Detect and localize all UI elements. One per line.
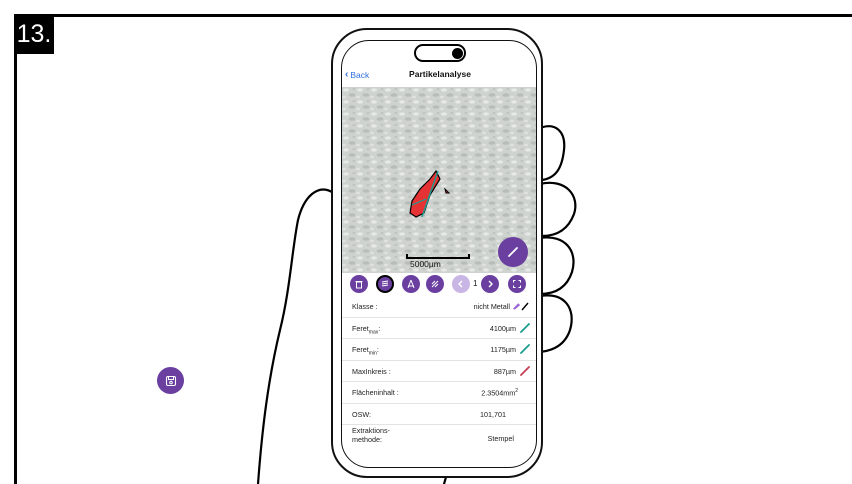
edit-pencil-icon[interactable] bbox=[520, 301, 530, 311]
fill-pattern-button[interactable] bbox=[426, 275, 444, 293]
delete-button[interactable] bbox=[350, 275, 368, 293]
arrow-right-icon bbox=[488, 280, 493, 288]
property-value: 2.3504mm2 bbox=[481, 388, 518, 398]
property-value: Stempel bbox=[487, 434, 514, 443]
property-label: Feretmin: bbox=[352, 345, 379, 357]
property-value: 4100µm bbox=[489, 323, 516, 333]
property-row-feret-max[interactable]: Feretmax: 4100µm bbox=[342, 318, 536, 339]
particle-shape bbox=[409, 169, 451, 218]
property-label: MaxInkreis : bbox=[352, 366, 391, 376]
previous-particle-button[interactable] bbox=[452, 275, 470, 293]
fullscreen-button[interactable] bbox=[508, 275, 526, 293]
camera-dot bbox=[452, 48, 463, 59]
next-particle-button[interactable] bbox=[481, 275, 499, 293]
scale-label: 5000µm bbox=[410, 259, 441, 269]
trash-icon bbox=[355, 281, 363, 289]
property-value: 101,701 bbox=[480, 409, 506, 419]
nav-bar: ‹ Back Partikelanalyse bbox=[342, 65, 536, 85]
property-row-maxinkreis[interactable]: MaxInkreis : 887µm bbox=[342, 361, 536, 382]
save-icon bbox=[165, 375, 176, 386]
property-label: Klasse : bbox=[352, 302, 378, 311]
property-row-extraktionsmethode[interactable]: Extraktions-methode: Stempel bbox=[342, 425, 536, 451]
property-row-klasse[interactable]: Klasse : nicht Metall bbox=[342, 296, 536, 318]
property-label: Flächeninhalt : bbox=[352, 388, 399, 397]
arrow-left-icon bbox=[458, 280, 463, 288]
fullscreen-icon bbox=[513, 280, 521, 288]
stripes-icon bbox=[381, 280, 389, 287]
property-row-osw: OSW: 101,701 bbox=[342, 404, 536, 425]
phone-screen: ‹ Back Partikelanalyse 5000µm 1 Klasse:… bbox=[341, 40, 537, 468]
hatch-icon bbox=[431, 280, 439, 288]
property-row-flaecheninhalt: Flächeninhalt : 2.3504mm2 bbox=[342, 382, 536, 404]
tool-bar: 1 bbox=[342, 273, 536, 295]
pencil-icon bbox=[508, 247, 518, 257]
measure-lines-icon bbox=[407, 279, 415, 289]
property-label: Feretmax: bbox=[352, 323, 381, 335]
line-teal-icon[interactable] bbox=[520, 322, 530, 333]
property-value: 887µm bbox=[493, 366, 516, 376]
edit-fab-button[interactable] bbox=[498, 237, 528, 267]
property-label: Extraktions-methode: bbox=[352, 426, 390, 444]
page-title: Partikelanalyse bbox=[409, 69, 471, 79]
save-fab-button[interactable] bbox=[157, 367, 184, 394]
particle-index: 1 bbox=[473, 279, 478, 288]
line-red-icon[interactable] bbox=[520, 365, 530, 376]
property-label: OSW: bbox=[352, 409, 372, 419]
property-list: Klasse : nicht Metall Feretmax: 4100µm F… bbox=[342, 296, 536, 451]
particle-image[interactable]: 5000µm bbox=[342, 87, 536, 273]
overlay-toggle-button[interactable] bbox=[376, 275, 394, 293]
measure-button[interactable] bbox=[402, 275, 420, 293]
line-teal-icon[interactable] bbox=[520, 344, 530, 354]
property-value: 1175µm bbox=[490, 345, 516, 354]
property-row-feret-min[interactable]: Feretmin: 1175µm bbox=[342, 339, 536, 361]
property-value: nicht Metall bbox=[473, 302, 510, 311]
